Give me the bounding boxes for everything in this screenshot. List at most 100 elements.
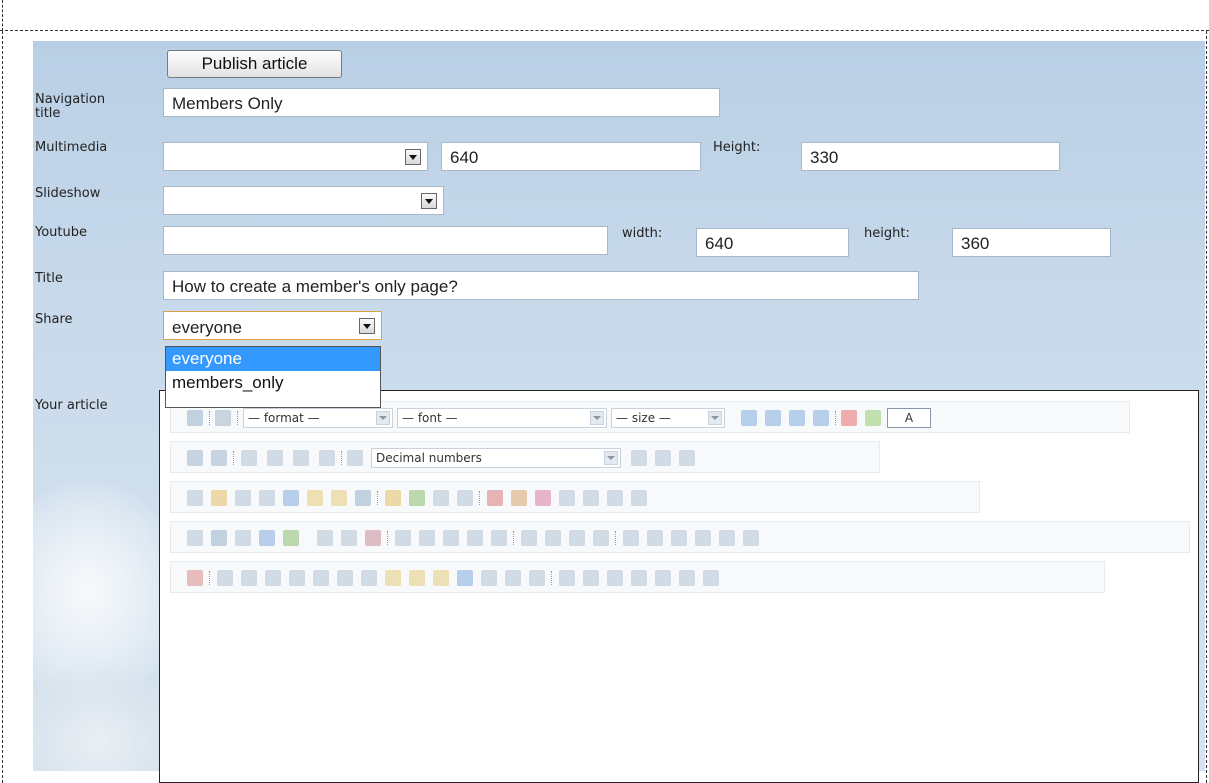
horizontal-rule-icon[interactable] xyxy=(187,490,203,506)
attributes-icon[interactable] xyxy=(743,530,759,546)
search-icon[interactable] xyxy=(215,410,231,426)
paste-word-icon[interactable] xyxy=(511,490,527,506)
new-document-icon[interactable] xyxy=(187,570,203,586)
outdent-icon[interactable] xyxy=(211,450,227,466)
col-after-icon[interactable] xyxy=(545,530,561,546)
size-select[interactable]: — size — xyxy=(611,408,725,428)
bullet-icon[interactable] xyxy=(679,570,695,586)
eraser-icon[interactable] xyxy=(559,490,575,506)
font-a-button[interactable]: A xyxy=(887,408,931,428)
flash-icon[interactable] xyxy=(457,570,473,586)
align-right-icon[interactable] xyxy=(293,450,309,466)
chevron-down-icon[interactable] xyxy=(405,149,421,165)
unordered-list-icon[interactable] xyxy=(631,450,647,466)
insert-after-icon[interactable] xyxy=(679,450,695,466)
italic-icon[interactable] xyxy=(765,410,781,426)
textarea-icon[interactable] xyxy=(337,570,353,586)
background-color-icon[interactable] xyxy=(865,410,881,426)
slideshow-select[interactable] xyxy=(163,186,444,215)
cut-icon[interactable] xyxy=(385,490,401,506)
div-icon[interactable] xyxy=(307,490,323,506)
special-char-icon[interactable] xyxy=(235,490,251,506)
field-icon[interactable] xyxy=(703,570,719,586)
textfield-icon[interactable] xyxy=(313,570,329,586)
spellcheck-icon[interactable] xyxy=(535,490,551,506)
list-style-select[interactable]: Decimal numbers xyxy=(371,448,621,468)
indent-icon[interactable] xyxy=(187,450,203,466)
paste-text-icon[interactable] xyxy=(487,490,503,506)
delete-col-icon[interactable] xyxy=(569,530,585,546)
table-props-icon[interactable] xyxy=(341,530,357,546)
doc-icon[interactable] xyxy=(631,570,647,586)
wmd-icon[interactable] xyxy=(583,570,599,586)
preview-icon[interactable] xyxy=(187,530,203,546)
chevron-down-icon[interactable] xyxy=(590,411,604,425)
nbsp-icon[interactable] xyxy=(259,490,275,506)
cell-props-icon[interactable] xyxy=(365,530,381,546)
layer-forward-icon[interactable] xyxy=(647,530,663,546)
chevron-down-icon[interactable] xyxy=(421,193,437,209)
hidden-field-icon[interactable] xyxy=(433,570,449,586)
chevron-down-icon[interactable] xyxy=(376,411,390,425)
image-icon[interactable] xyxy=(283,490,299,506)
chart-icon[interactable] xyxy=(505,570,521,586)
print-icon[interactable] xyxy=(457,490,473,506)
span-icon[interactable] xyxy=(331,490,347,506)
radio-icon[interactable] xyxy=(289,570,305,586)
share-select[interactable]: everyone xyxy=(163,311,382,340)
youtube-height-input[interactable]: 360 xyxy=(952,228,1111,257)
split-icon[interactable] xyxy=(491,530,507,546)
row-after-icon[interactable] xyxy=(419,530,435,546)
select-field-icon[interactable] xyxy=(361,570,377,586)
page-icon[interactable] xyxy=(559,570,575,586)
link-icon[interactable] xyxy=(211,530,227,546)
youtube-width-input[interactable]: 640 xyxy=(696,228,849,257)
merge-icon[interactable] xyxy=(467,530,483,546)
text-color-icon[interactable] xyxy=(841,410,857,426)
grid-icon[interactable] xyxy=(607,570,623,586)
info-icon[interactable] xyxy=(283,530,299,546)
anchor-icon[interactable] xyxy=(259,530,275,546)
image-button-icon[interactable] xyxy=(409,570,425,586)
save-icon[interactable] xyxy=(355,490,371,506)
multimedia-height-input[interactable]: 330 xyxy=(801,142,1060,171)
table-icon[interactable] xyxy=(317,530,333,546)
navigation-title-input[interactable]: Members Only xyxy=(163,88,720,117)
insert-before-icon[interactable] xyxy=(655,450,671,466)
media-icon[interactable] xyxy=(481,570,497,586)
insert-col-icon[interactable] xyxy=(631,490,647,506)
article-editor[interactable]: — format — — font — — size — A Decimal n… xyxy=(159,390,1199,783)
table-grid-icon[interactable] xyxy=(593,530,609,546)
chevron-down-icon[interactable] xyxy=(604,451,618,465)
font-select[interactable]: — font — xyxy=(397,408,607,428)
code-icon[interactable] xyxy=(235,530,251,546)
absolute-icon[interactable] xyxy=(695,530,711,546)
multimedia-width-input[interactable]: 640 xyxy=(441,142,701,171)
chevron-down-icon[interactable] xyxy=(708,411,722,425)
delete-row-icon[interactable] xyxy=(443,530,459,546)
underline-icon[interactable] xyxy=(789,410,805,426)
bold-icon[interactable] xyxy=(741,410,757,426)
check-icon[interactable] xyxy=(655,570,671,586)
share-option-members-only[interactable]: members_only xyxy=(166,371,380,395)
multimedia-select[interactable] xyxy=(163,142,428,171)
strikethrough-icon[interactable] xyxy=(813,410,829,426)
smiley-icon[interactable] xyxy=(211,490,227,506)
chevron-down-icon[interactable] xyxy=(359,318,375,334)
insert-row-icon[interactable] xyxy=(607,490,623,506)
title-input[interactable]: How to create a member's only page? xyxy=(163,271,919,300)
row-before-icon[interactable] xyxy=(395,530,411,546)
col-before-icon[interactable] xyxy=(521,530,537,546)
copy-icon[interactable] xyxy=(409,490,425,506)
select-all-icon[interactable] xyxy=(583,490,599,506)
checkbox-icon[interactable] xyxy=(265,570,281,586)
paste-icon[interactable] xyxy=(433,490,449,506)
fieldset-icon[interactable] xyxy=(241,570,257,586)
share-option-everyone[interactable]: everyone xyxy=(166,347,380,371)
publish-article-button[interactable]: Publish article xyxy=(167,50,342,78)
source-icon[interactable] xyxy=(187,410,203,426)
form-icon[interactable] xyxy=(217,570,233,586)
button-field-icon[interactable] xyxy=(385,570,401,586)
format-select[interactable]: — format — xyxy=(243,408,393,428)
layer-backward-icon[interactable] xyxy=(671,530,687,546)
